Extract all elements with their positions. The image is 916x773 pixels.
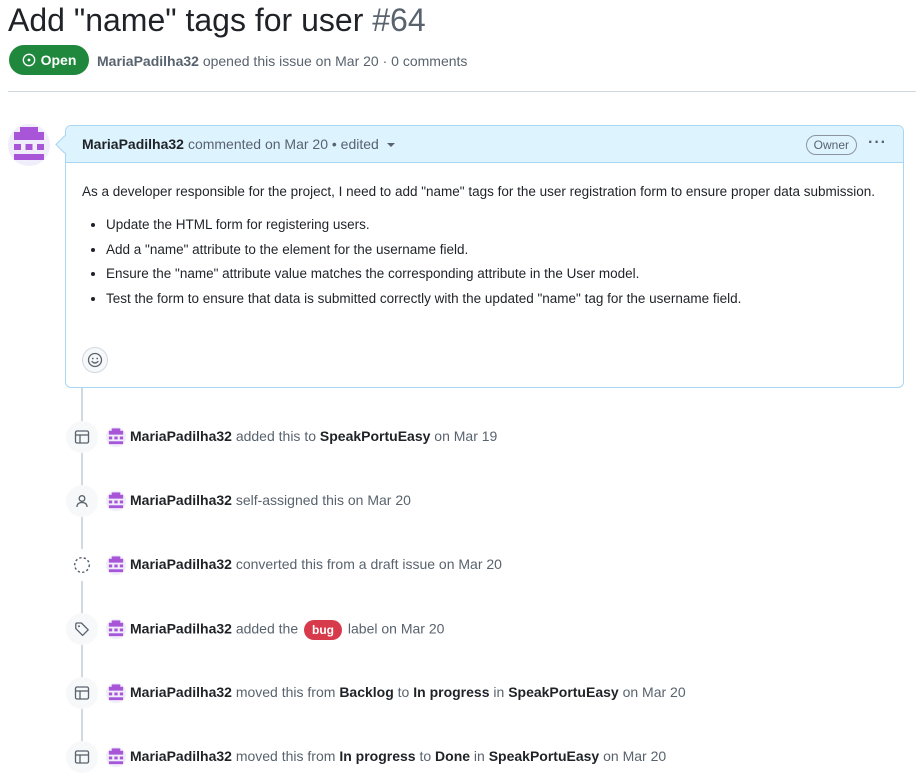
event-text-part: moved this from xyxy=(231,748,340,764)
task-list: Update the HTML form for registering use… xyxy=(82,214,887,309)
event-text-part: self-assigned this on Mar 20 xyxy=(231,492,411,508)
column-from: In progress xyxy=(339,748,416,764)
comment-body: As a developer responsible for the proje… xyxy=(66,163,903,309)
bug-label[interactable]: bug xyxy=(304,620,342,640)
issue-comment: MariaPadilha32 commented on Mar 20 • edi… xyxy=(65,125,904,388)
timeline-event: MariaPadilha32 moved this from Backlog t… xyxy=(66,677,916,709)
edit-history-chevron-down-icon[interactable] xyxy=(386,143,395,147)
issue-state-label: Open xyxy=(40,52,77,68)
avatar[interactable] xyxy=(106,747,126,767)
timeline-event: MariaPadilha32 moved this from In progre… xyxy=(66,741,916,773)
event-text-part: on Mar 20 xyxy=(599,748,667,764)
comment-meta: commented on Mar 20 • edited xyxy=(187,136,379,152)
event-text-part: to xyxy=(393,684,414,700)
event-text-part: in xyxy=(489,684,509,700)
kebab-horizontal-icon[interactable]: ··· xyxy=(868,135,887,151)
event-text: MariaPadilha32 moved this from In progre… xyxy=(130,748,666,764)
avatar[interactable] xyxy=(106,491,126,511)
issue-title-text: Add "name" tags for user xyxy=(8,2,364,38)
smiley-icon xyxy=(87,352,103,368)
event-text-part: converted this from a draft issue on Mar… xyxy=(231,556,502,572)
event-text-part: in xyxy=(470,748,489,764)
list-item: Ensure the "name" attribute value matche… xyxy=(106,263,887,284)
list-item: Test the form to ensure that data is sub… xyxy=(106,288,887,309)
draft-issue-icon xyxy=(66,549,98,581)
comment-author-link[interactable]: MariaPadilha32 xyxy=(82,136,184,152)
event-text-part: added this to xyxy=(231,428,320,444)
column-to: In progress xyxy=(413,684,490,700)
column-to: Done xyxy=(435,748,471,764)
comment-intro: As a developer responsible for the proje… xyxy=(82,184,876,199)
issue-number: #64 xyxy=(372,2,426,38)
timeline-event: MariaPadilha32 self-assigned this on Mar… xyxy=(66,485,916,517)
timeline-event: MariaPadilha32 added this to SpeakPortuE… xyxy=(66,421,916,453)
owner-badge: Owner xyxy=(805,135,857,155)
actor-link[interactable]: MariaPadilha32 xyxy=(130,748,232,764)
event-text-part: on Mar 19 xyxy=(430,428,498,444)
comment-header: MariaPadilha32 commented on Mar 20 • edi… xyxy=(66,126,903,163)
header-divider xyxy=(8,91,916,92)
avatar[interactable] xyxy=(106,555,126,575)
actor-link[interactable]: MariaPadilha32 xyxy=(130,621,232,637)
issue-open-icon xyxy=(22,53,35,67)
actor-link[interactable]: MariaPadilha32 xyxy=(130,684,232,700)
timeline-event: MariaPadilha32 added the bug label on Ma… xyxy=(66,613,916,645)
actor-link[interactable]: MariaPadilha32 xyxy=(130,556,232,572)
event-text: MariaPadilha32 added the bug label on Ma… xyxy=(130,620,444,640)
issue-opened-text: opened this issue on Mar 20 · 0 comments xyxy=(198,53,468,69)
timeline-event: MariaPadilha32 converted this from a dra… xyxy=(66,549,916,581)
event-text-part: to xyxy=(415,748,436,764)
event-text-part: moved this from xyxy=(231,684,340,700)
project-table-icon xyxy=(66,677,98,709)
list-item: Update the HTML form for registering use… xyxy=(106,214,887,235)
issue-author-link[interactable]: MariaPadilha32 xyxy=(97,53,199,69)
tag-icon xyxy=(66,613,98,645)
list-item: Add a "name" attribute to the element fo… xyxy=(106,239,887,260)
person-icon xyxy=(66,485,98,517)
issue-meta: MariaPadilha32 opened this issue on Mar … xyxy=(97,53,467,69)
comment-author-avatar[interactable] xyxy=(8,124,50,166)
event-text-part: label on Mar 20 xyxy=(344,620,445,637)
avatar[interactable] xyxy=(106,619,126,639)
avatar[interactable] xyxy=(106,427,126,447)
event-text: MariaPadilha32 moved this from Backlog t… xyxy=(130,684,686,700)
avatar[interactable] xyxy=(106,683,126,703)
issue-state-badge: Open xyxy=(9,45,89,75)
column-from: Backlog xyxy=(339,684,394,700)
project-table-icon xyxy=(66,421,98,453)
actor-link[interactable]: MariaPadilha32 xyxy=(130,428,232,444)
event-text: MariaPadilha32 added this to SpeakPortuE… xyxy=(130,428,497,444)
event-text: MariaPadilha32 self-assigned this on Mar… xyxy=(130,492,411,508)
project-link[interactable]: SpeakPortuEasy xyxy=(508,684,619,700)
add-reaction-button[interactable] xyxy=(82,347,108,373)
project-link[interactable]: SpeakPortuEasy xyxy=(320,428,431,444)
project-link[interactable]: SpeakPortuEasy xyxy=(489,748,600,764)
issue-title: Add "name" tags for user #64 xyxy=(8,0,426,40)
event-text-part: added the xyxy=(231,620,302,637)
event-text-part: on Mar 20 xyxy=(618,684,686,700)
event-text: MariaPadilha32 converted this from a dra… xyxy=(130,556,502,572)
project-table-icon xyxy=(66,741,98,773)
actor-link[interactable]: MariaPadilha32 xyxy=(130,492,232,508)
